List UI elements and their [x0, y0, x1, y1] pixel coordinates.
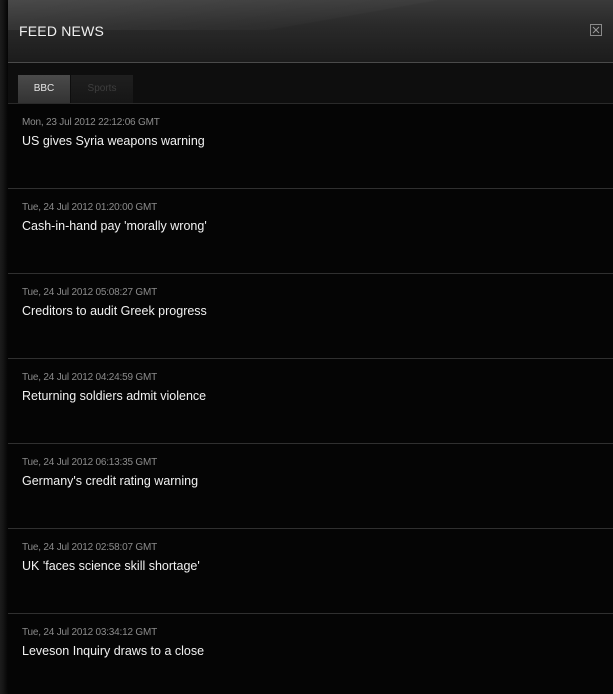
news-item-date: Tue, 24 Jul 2012 01:20:00 GMT: [22, 202, 158, 213]
news-item-date: Tue, 24 Jul 2012 04:24:59 GMT: [22, 372, 158, 383]
news-item-date: Tue, 24 Jul 2012 05:08:27 GMT: [22, 287, 158, 298]
news-item[interactable]: Tue, 24 Jul 2012 04:24:59 GMT Returning …: [8, 359, 613, 444]
news-item[interactable]: Tue, 24 Jul 2012 02:58:07 GMT UK 'faces …: [8, 529, 613, 614]
news-item[interactable]: Tue, 24 Jul 2012 06:13:35 GMT Germany's …: [8, 444, 613, 529]
feed-news-window: FEED NEWS BBC Sports Mon, 23 Jul 2012 22…: [8, 0, 613, 694]
news-item[interactable]: Tue, 24 Jul 2012 01:20:00 GMT Cash-in-ha…: [8, 189, 613, 274]
close-icon: [592, 26, 600, 34]
news-item[interactable]: Tue, 24 Jul 2012 05:08:27 GMT Creditors …: [8, 274, 613, 359]
tab-sports[interactable]: Sports: [71, 75, 133, 103]
window-title: FEED NEWS: [19, 23, 105, 39]
news-item-headline[interactable]: US gives Syria weapons warning: [22, 134, 205, 148]
desktop-edge: [0, 0, 8, 694]
tab-bbc[interactable]: BBC: [18, 75, 70, 103]
news-item-date: Mon, 23 Jul 2012 22:12:06 GMT: [22, 117, 160, 128]
news-item-date: Tue, 24 Jul 2012 02:58:07 GMT: [22, 542, 158, 553]
news-item-headline[interactable]: Returning soldiers admit violence: [22, 389, 206, 403]
news-item-headline[interactable]: UK 'faces science skill shortage': [22, 559, 200, 573]
close-button[interactable]: [590, 24, 602, 36]
news-item[interactable]: Tue, 24 Jul 2012 03:34:12 GMT Leveson In…: [8, 614, 613, 694]
news-item-date: Tue, 24 Jul 2012 03:34:12 GMT: [22, 627, 158, 638]
news-item-headline[interactable]: Creditors to audit Greek progress: [22, 304, 207, 318]
news-item-headline[interactable]: Cash-in-hand pay 'morally wrong': [22, 219, 207, 233]
title-bar[interactable]: FEED NEWS: [8, 0, 613, 63]
news-item-headline[interactable]: Leveson Inquiry draws to a close: [22, 644, 204, 658]
news-item-date: Tue, 24 Jul 2012 06:13:35 GMT: [22, 457, 158, 468]
news-item-headline[interactable]: Germany's credit rating warning: [22, 474, 198, 488]
news-item[interactable]: Mon, 23 Jul 2012 22:12:06 GMT US gives S…: [8, 104, 613, 189]
news-feed-list: Mon, 23 Jul 2012 22:12:06 GMT US gives S…: [8, 104, 613, 694]
tab-bar: BBC Sports: [8, 63, 613, 104]
